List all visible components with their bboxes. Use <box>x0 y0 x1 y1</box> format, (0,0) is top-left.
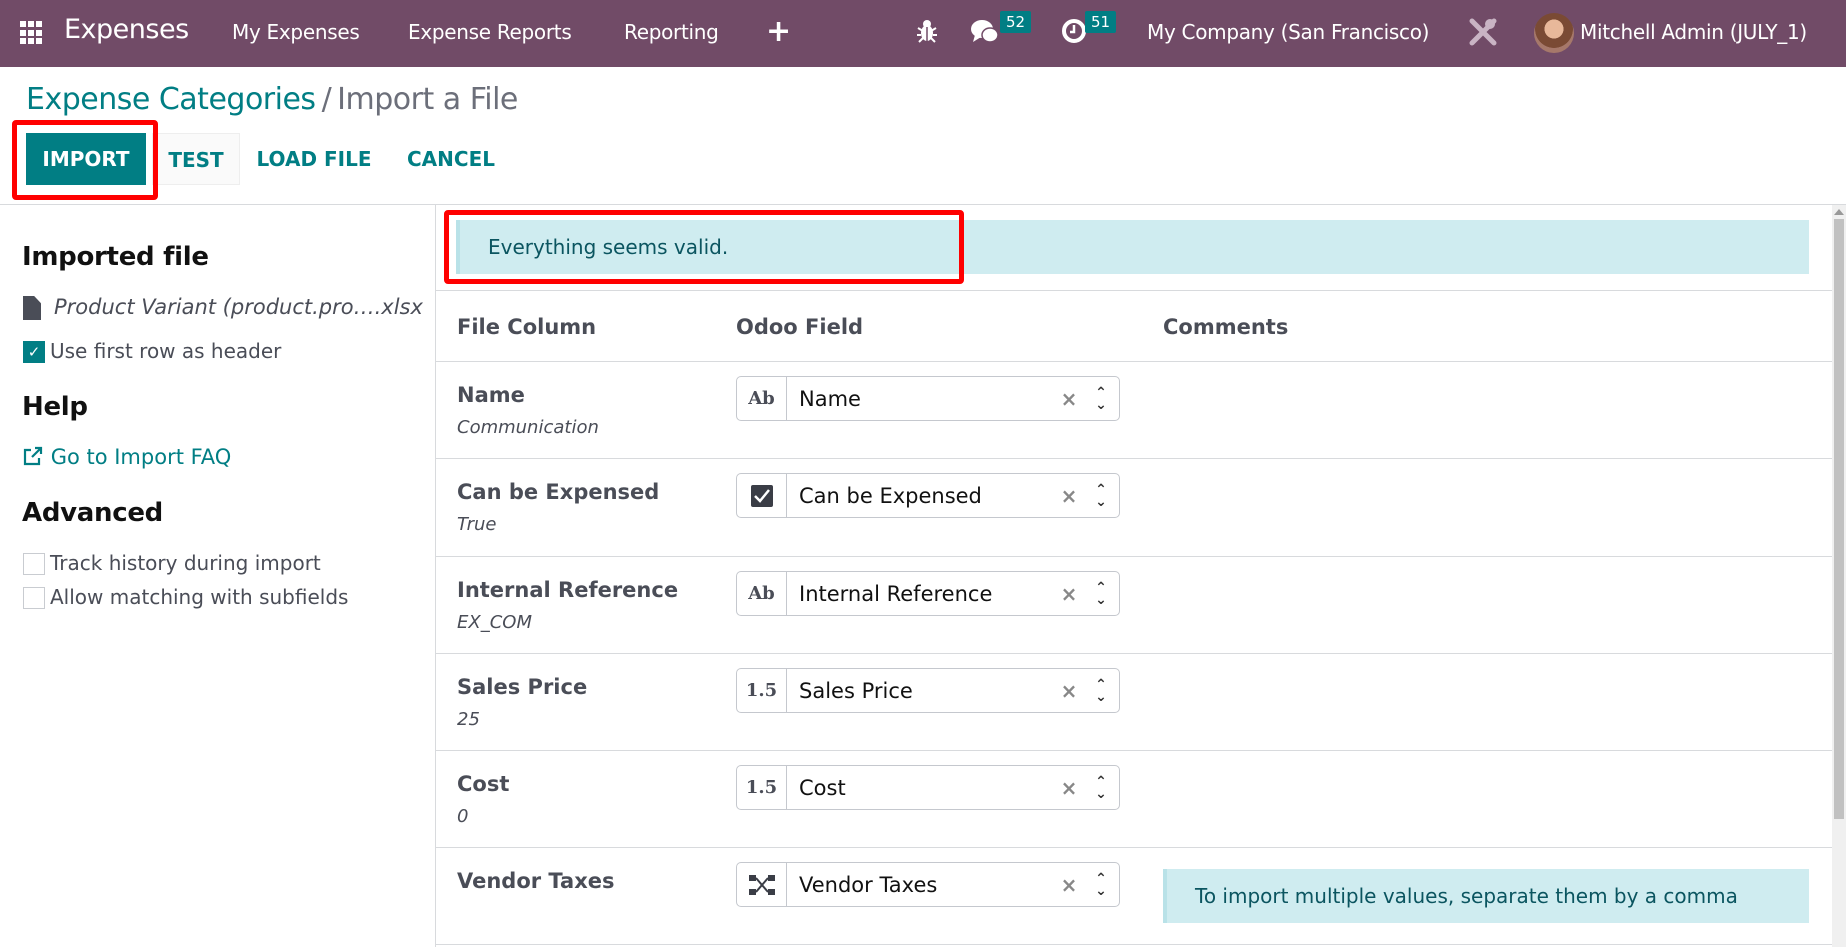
menu-my-expenses[interactable]: My Expenses <box>232 20 360 44</box>
top-navbar: Expenses My Expenses Expense Reports Rep… <box>0 0 1846 67</box>
select-arrows-icon[interactable]: ⌃ ⌄ <box>1083 775 1119 801</box>
clear-icon[interactable]: × <box>1055 484 1083 508</box>
import-faq-label: Go to Import FAQ <box>50 445 232 469</box>
breadcrumb-parent[interactable]: Expense Categories <box>26 82 316 117</box>
help-heading: Help <box>22 392 88 422</box>
file-icon <box>23 296 41 320</box>
column-header-odoo-field: Odoo Field <box>736 315 864 339</box>
external-link-icon <box>22 445 51 469</box>
clear-icon[interactable]: × <box>1055 873 1083 897</box>
select-arrows-icon[interactable]: ⌃ ⌄ <box>1083 483 1119 509</box>
file-column-name: Sales Price <box>457 675 588 699</box>
select-arrows-icon[interactable]: ⌃ ⌄ <box>1083 386 1119 412</box>
cancel-button[interactable]: CANCEL <box>395 133 507 185</box>
select-arrows-icon[interactable]: ⌃ ⌄ <box>1083 872 1119 898</box>
table-row: Can be Expensed True Can be Expensed × ⌃… <box>436 458 1832 555</box>
clock-icon[interactable] <box>1061 18 1087 48</box>
validation-status-alert: Everything seems valid. <box>456 220 1809 274</box>
use-first-row-label[interactable]: Use first row as header <box>50 339 281 363</box>
user-avatar[interactable] <box>1534 13 1574 53</box>
float-type-icon: 1.5 <box>737 766 787 809</box>
file-column-name: Name <box>457 383 525 407</box>
odoo-field-select[interactable]: 1.5 Sales Price × ⌃ ⌄ <box>736 668 1120 713</box>
breadcrumb-current: Import a File <box>337 82 518 117</box>
odoo-field-value: Name <box>799 386 861 411</box>
breadcrumb: Expense Categories / Import a File <box>26 82 518 117</box>
file-column-name: Cost <box>457 772 510 796</box>
company-switcher[interactable]: My Company (San Francisco) <box>1147 20 1429 44</box>
file-column-sample: True <box>457 514 497 535</box>
float-type-icon: 1.5 <box>737 669 787 712</box>
many2many-type-icon <box>737 863 787 906</box>
imported-file-heading: Imported file <box>22 242 209 272</box>
boolean-type-icon <box>737 474 787 517</box>
table-row: Sales Price 25 1.5 Sales Price × ⌃ ⌄ <box>436 653 1832 750</box>
odoo-field-value: Sales Price <box>799 678 913 703</box>
file-column-sample: 0 <box>457 806 469 827</box>
user-menu[interactable]: Mitchell Admin (JULY_1) <box>1580 20 1807 44</box>
use-first-row-checkbox[interactable]: ✓ <box>23 341 45 363</box>
import-faq-link[interactable]: Go to Import FAQ <box>22 445 231 469</box>
odoo-field-select[interactable]: Can be Expensed × ⌃ ⌄ <box>736 473 1120 518</box>
plus-icon[interactable]: + <box>766 14 791 49</box>
breadcrumb-separator: / <box>321 82 332 117</box>
column-header-comments: Comments <box>1163 315 1289 339</box>
file-column-name: Internal Reference <box>457 578 679 602</box>
allow-matching-checkbox[interactable] <box>23 587 45 609</box>
file-column-sample: 25 <box>457 709 480 730</box>
column-header-file-column: File Column <box>457 315 597 339</box>
file-column-name: Vendor Taxes <box>457 869 615 893</box>
track-history-checkbox[interactable] <box>23 553 45 575</box>
messages-count-badge: 52 <box>1000 11 1032 33</box>
allow-matching-label[interactable]: Allow matching with subfields <box>50 585 348 609</box>
table-row: Internal Reference EX_COM Ab Internal Re… <box>436 556 1832 653</box>
text-type-icon: Ab <box>737 377 787 420</box>
track-history-label[interactable]: Track history during import <box>50 551 321 575</box>
select-arrows-icon[interactable]: ⌃ ⌄ <box>1083 581 1119 607</box>
advanced-heading: Advanced <box>22 498 163 528</box>
multiple-values-hint: To import multiple values, separate them… <box>1163 869 1809 923</box>
menu-expense-reports[interactable]: Expense Reports <box>408 20 572 44</box>
header-divider <box>0 204 1846 205</box>
text-type-icon: Ab <box>737 572 787 615</box>
select-arrows-icon[interactable]: ⌃ ⌄ <box>1083 678 1119 704</box>
odoo-field-value: Vendor Taxes <box>799 872 938 897</box>
clear-icon[interactable]: × <box>1055 387 1083 411</box>
table-row: Cost 0 1.5 Cost × ⌃ ⌄ <box>436 750 1832 847</box>
menu-reporting[interactable]: Reporting <box>624 20 719 44</box>
import-button[interactable]: IMPORT <box>26 133 146 185</box>
odoo-field-select[interactable]: 1.5 Cost × ⌃ ⌄ <box>736 765 1120 810</box>
odoo-field-value: Cost <box>799 775 846 800</box>
table-row: Name Communication Ab Name × ⌃ ⌄ <box>436 361 1832 458</box>
scroll-up-arrow-icon[interactable] <box>1834 209 1844 215</box>
tools-icon[interactable] <box>1468 17 1498 51</box>
odoo-field-value: Internal Reference <box>799 581 993 606</box>
file-column-sample: Communication <box>457 417 599 438</box>
odoo-field-select[interactable]: Ab Name × ⌃ ⌄ <box>736 376 1120 421</box>
imported-file-name: Product Variant (product.pro….xlsx <box>54 295 423 319</box>
clear-icon[interactable]: × <box>1055 679 1083 703</box>
test-button[interactable]: TEST <box>152 133 240 185</box>
load-file-button[interactable]: LOAD FILE <box>248 133 380 185</box>
table-top-border <box>436 290 1832 291</box>
file-column-name: Can be Expensed <box>457 480 660 504</box>
file-column-sample: EX_COM <box>457 612 532 633</box>
odoo-field-select[interactable]: Vendor Taxes × ⌃ ⌄ <box>736 862 1120 907</box>
clear-icon[interactable]: × <box>1055 582 1083 606</box>
row-divider <box>436 944 1832 945</box>
odoo-field-value: Can be Expensed <box>799 483 982 508</box>
app-name[interactable]: Expenses <box>64 14 189 45</box>
bug-icon[interactable] <box>916 18 938 48</box>
odoo-field-select[interactable]: Ab Internal Reference × ⌃ ⌄ <box>736 571 1120 616</box>
apps-menu-icon[interactable] <box>20 21 44 45</box>
scrollbar-thumb[interactable] <box>1834 219 1844 819</box>
activities-count-badge: 51 <box>1085 11 1117 33</box>
vertical-scrollbar[interactable] <box>1832 205 1846 947</box>
chat-icon[interactable] <box>970 18 1000 50</box>
clear-icon[interactable]: × <box>1055 776 1083 800</box>
